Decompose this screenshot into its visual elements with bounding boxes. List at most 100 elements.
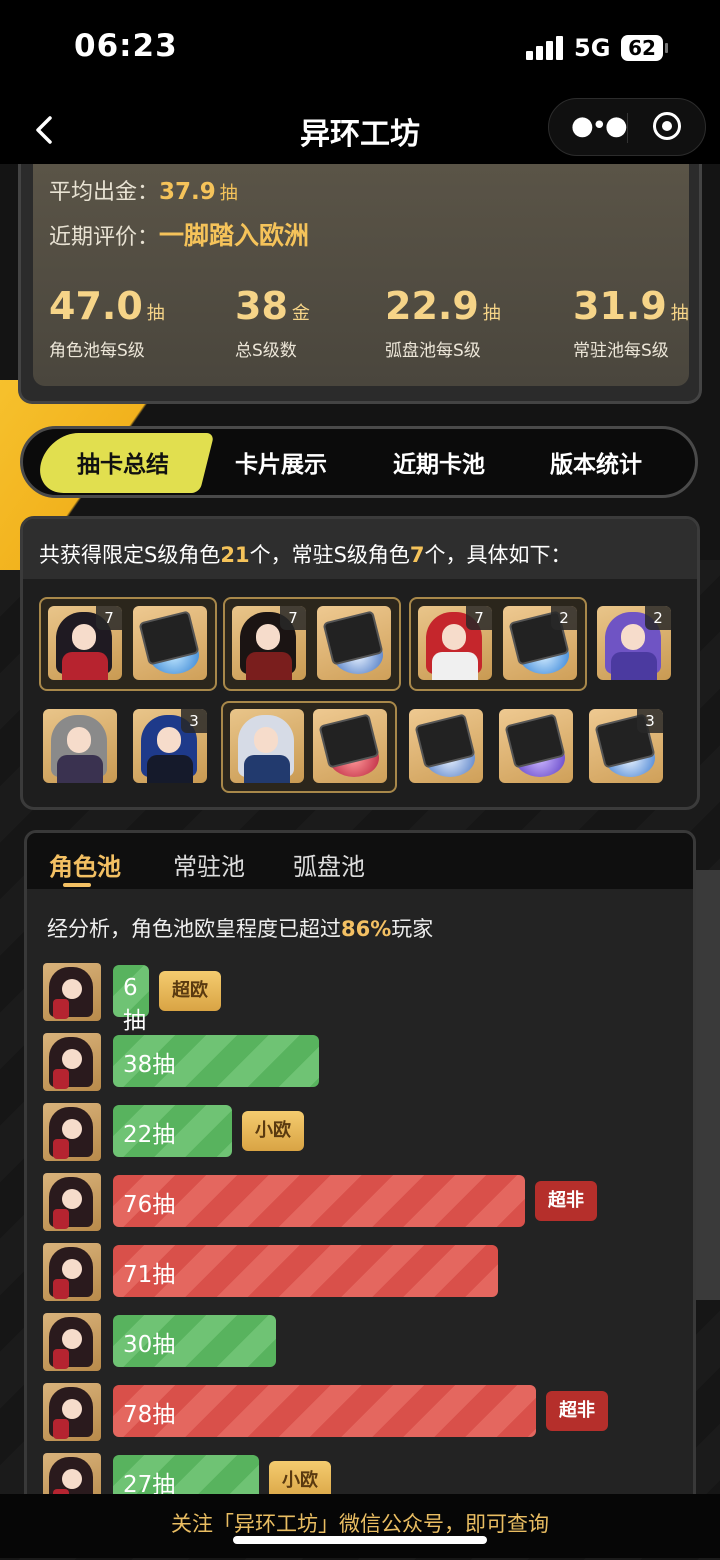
analysis-text: 经分析，角色池欧皇程度已超过86%玩家 <box>47 913 433 943</box>
avatar-shape <box>53 1139 69 1159</box>
pull-count: 30抽 <box>123 1332 176 1358</box>
stat-standard-per-s: 31.9 抽 常驻池每S级 <box>573 284 689 361</box>
pull-count: 76抽 <box>123 1192 176 1218</box>
pull-row: 76抽 超非 <box>43 1173 683 1233</box>
pull-bar: 71抽 <box>113 1245 498 1297</box>
count-badge: 7 <box>96 606 122 630</box>
body-shape <box>57 755 103 783</box>
pull-count: 78抽 <box>123 1402 176 1428</box>
luck-tag: 超非 <box>546 1391 608 1431</box>
stat-value: 47.0 <box>49 284 143 328</box>
avatar-shape <box>62 1189 82 1209</box>
stat-label: 常驻池每S级 <box>573 341 669 361</box>
luck-tag: 超欧 <box>159 971 221 1011</box>
pull-count: 22抽 <box>123 1122 176 1148</box>
rating-label: 近期评价： <box>49 225 160 250</box>
disc-card[interactable]: 2 <box>503 606 577 680</box>
disc-card[interactable] <box>133 606 207 680</box>
stat-value: 31.9 <box>573 284 667 328</box>
rating-value: 一脚踏入欧洲 <box>159 221 310 250</box>
srank-text-a: 共获得限定S级角色 <box>39 543 221 567</box>
disc-card[interactable] <box>313 709 387 783</box>
disc-card[interactable]: 3 <box>589 709 663 783</box>
close-miniapp-icon[interactable] <box>653 112 681 140</box>
stat-total-s: 38 金 总S级数 <box>235 284 310 361</box>
stat-disc-per-s: 22.9 抽 弧盘池每S级 <box>385 284 501 361</box>
character-avatar <box>43 1173 101 1231</box>
signal-icon <box>526 36 566 60</box>
character-avatar <box>43 1103 101 1161</box>
luck-tag: 超非 <box>535 1181 597 1221</box>
nav-bar: 异环工坊 ●•● <box>0 96 720 164</box>
pool-section: 角色池 常驻池 弧盘池 经分析，角色池欧皇程度已超过86%玩家 6抽 超欧 38抽 2… <box>24 830 696 1520</box>
pool-tab-character[interactable]: 角色池 <box>49 847 121 882</box>
analysis-suffix: 玩家 <box>391 917 434 941</box>
tab-recent-pools[interactable]: 近期卡池 <box>393 445 485 479</box>
pull-row: 78抽 超非 <box>43 1383 683 1443</box>
avatar-shape <box>62 1469 82 1489</box>
avatar-shape <box>62 1049 82 1069</box>
footer-text[interactable]: 关注「异环工坊」微信公众号，即可查询 <box>0 1508 720 1538</box>
character-avatar <box>43 1313 101 1371</box>
pull-count: 71抽 <box>123 1262 176 1288</box>
avatar-shape <box>53 1419 69 1439</box>
avatar-shape <box>53 1209 69 1229</box>
status-time: 06:23 <box>74 28 178 64</box>
pull-bar: 76抽 <box>113 1175 525 1227</box>
pull-row: 30抽 <box>43 1313 683 1373</box>
character-avatar[interactable]: 2 <box>597 606 671 680</box>
character-avatar[interactable] <box>230 709 304 783</box>
status-bar: 06:23 5G 62 <box>0 0 720 96</box>
character-avatar[interactable]: 3 <box>133 709 207 783</box>
character-avatar <box>43 1383 101 1441</box>
luck-tag: 小欧 <box>242 1111 304 1151</box>
stat-unit: 抽 <box>146 303 165 324</box>
pull-count: 38抽 <box>123 1052 176 1078</box>
pull-row: 38抽 <box>43 1033 683 1093</box>
face-shape <box>72 624 96 650</box>
body-shape <box>147 755 193 783</box>
body-shape <box>62 652 108 680</box>
more-icon[interactable]: ●•● <box>571 113 628 139</box>
stat-label: 角色池每S级 <box>49 341 145 361</box>
count-badge: 3 <box>181 709 207 733</box>
pull-row: 71抽 <box>43 1243 683 1303</box>
disc-card[interactable] <box>317 606 391 680</box>
body-shape <box>244 755 290 783</box>
body-shape <box>432 652 478 680</box>
character-avatar[interactable]: 7 <box>232 606 306 680</box>
analysis-percent: 86% <box>341 917 392 941</box>
pull-bar: 38抽 <box>113 1035 319 1087</box>
analysis-prefix: 经分析，角色池欧皇程度已超过 <box>47 917 341 941</box>
character-avatar[interactable] <box>43 709 117 783</box>
footer-bar: 关注「异环工坊」微信公众号，即可查询 <box>0 1494 720 1558</box>
tab-summary[interactable]: 抽卡总结 <box>77 445 169 479</box>
face-shape <box>442 624 466 650</box>
character-avatar <box>43 963 101 1021</box>
stat-value: 38 <box>235 284 288 328</box>
face-shape <box>157 727 181 753</box>
avatar-shape <box>53 1279 69 1299</box>
avatar-shape <box>53 1069 69 1089</box>
stat-unit: 抽 <box>670 303 689 324</box>
character-avatar[interactable]: 7 <box>48 606 122 680</box>
avg-label: 平均出金： <box>49 180 160 205</box>
count-badge: 7 <box>280 606 306 630</box>
pool-tab-disc[interactable]: 弧盘池 <box>293 847 365 882</box>
tab-cards[interactable]: 卡片展示 <box>235 445 327 479</box>
face-shape <box>256 624 280 650</box>
avg-unit: 抽 <box>219 183 238 204</box>
disc-card[interactable] <box>409 709 483 783</box>
tab-version-stats[interactable]: 版本统计 <box>550 445 642 479</box>
stat-unit: 金 <box>291 303 310 324</box>
disc-card[interactable] <box>499 709 573 783</box>
summary-card: 平均出金：37.9 抽 近期评价：一脚踏入欧洲 47.0 抽 角色池每S级 38 金 … <box>33 164 689 386</box>
stat-label: 弧盘池每S级 <box>385 341 481 361</box>
rating-row: 近期评价：一脚踏入欧洲 <box>49 216 309 252</box>
pool-tab-standard[interactable]: 常驻池 <box>173 847 245 882</box>
pull-bar: 22抽 <box>113 1105 232 1157</box>
stat-unit: 抽 <box>482 303 501 324</box>
character-avatar[interactable]: 7 <box>418 606 492 680</box>
stat-label: 总S级数 <box>235 341 297 361</box>
background-edge <box>696 870 720 1300</box>
